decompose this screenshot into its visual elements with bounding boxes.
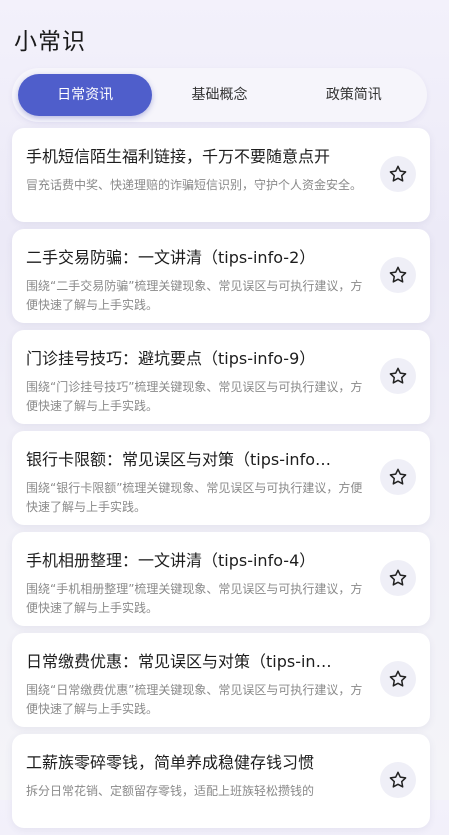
tip-card-description: 围绕“日常缴费优惠”梳理关键现象、常见误区与可执行建议，方便快速了解与上手实践。 [26,683,363,716]
tip-card-title: 工薪族零碎零钱，简单养成稳健存钱习惯 [26,753,315,772]
favorite-button[interactable] [380,459,416,495]
tip-card-description: 围绕“门诊挂号技巧”梳理关键现象、常见误区与可执行建议，方便快速了解与上手实践。 [26,380,363,413]
star-outline-icon [389,670,407,687]
star-outline-icon [389,266,407,283]
tip-card[interactable]: 二手交易防骗：一文讲清（tips-info-2） 围绕“二手交易防骗”梳理关键现… [12,229,430,323]
tip-card[interactable]: 日常缴费优惠：常见误区与对策（tips-in… 围绕“日常缴费优惠”梳理关键现象… [12,633,430,727]
tip-card-description: 围绕“二手交易防骗”梳理关键现象、常见误区与可执行建议，方便快速了解与上手实践。 [26,279,363,312]
tip-card-title: 门诊挂号技巧：避坑要点（tips-info-9） [26,349,316,368]
star-outline-icon [389,367,407,384]
tip-card[interactable]: 工薪族零碎零钱，简单养成稳健存钱习惯 拆分日常花销、定额留存零钱，适配上班族轻松… [12,734,430,828]
category-tab-bar: 日常资讯 基础概念 政策简讯 [12,68,427,122]
tip-card-title: 银行卡限额：常见误区与对策（tips-info… [26,450,331,469]
tab-daily-news[interactable]: 日常资讯 [18,74,153,116]
tip-card[interactable]: 手机短信陌生福利链接，千万不要随意点开 冒充话费中奖、快递理赔的诈骗短信识别，守… [12,128,430,222]
star-outline-icon [389,165,407,182]
tip-card-title: 手机短信陌生福利链接，千万不要随意点开 [26,147,331,166]
favorite-button[interactable] [380,156,416,192]
star-outline-icon [389,468,407,485]
favorite-button[interactable] [380,661,416,697]
tip-card-title: 日常缴费优惠：常见误区与对策（tips-in… [26,652,332,671]
tip-card-description: 冒充话费中奖、快递理赔的诈骗短信识别，守护个人资金安全。 [26,178,363,192]
tip-card-description: 拆分日常花销、定额留存零钱，适配上班族轻松攒钱的 [26,784,315,798]
tab-basic-concepts[interactable]: 基础概念 [152,74,286,116]
tab-policy-briefs[interactable]: 政策简讯 [287,74,421,116]
tip-card[interactable]: 银行卡限额：常见误区与对策（tips-info… 围绕“银行卡限额”梳理关键现象… [12,431,430,525]
favorite-button[interactable] [380,560,416,596]
tip-card-description: 围绕“手机相册整理”梳理关键现象、常见误区与可执行建议，方便快速了解与上手实践。 [26,582,363,615]
star-outline-icon [389,569,407,586]
tips-list: 手机短信陌生福利链接，千万不要随意点开 冒充话费中奖、快递理赔的诈骗短信识别，守… [12,128,430,835]
favorite-button[interactable] [380,257,416,293]
page-title: 小常识 [14,29,86,55]
tip-card[interactable]: 门诊挂号技巧：避坑要点（tips-info-9） 围绕“门诊挂号技巧”梳理关键现… [12,330,430,424]
tip-card-title: 手机相册整理：一文讲清（tips-info-4） [26,551,316,570]
star-outline-icon [389,771,407,788]
tip-card-title: 二手交易防骗：一文讲清（tips-info-2） [26,248,316,267]
tip-card-description: 围绕“银行卡限额”梳理关键现象、常见误区与可执行建议，方便快速了解与上手实践。 [26,481,363,514]
tip-card[interactable]: 手机相册整理：一文讲清（tips-info-4） 围绕“手机相册整理”梳理关键现… [12,532,430,626]
favorite-button[interactable] [380,358,416,394]
favorite-button[interactable] [380,762,416,798]
